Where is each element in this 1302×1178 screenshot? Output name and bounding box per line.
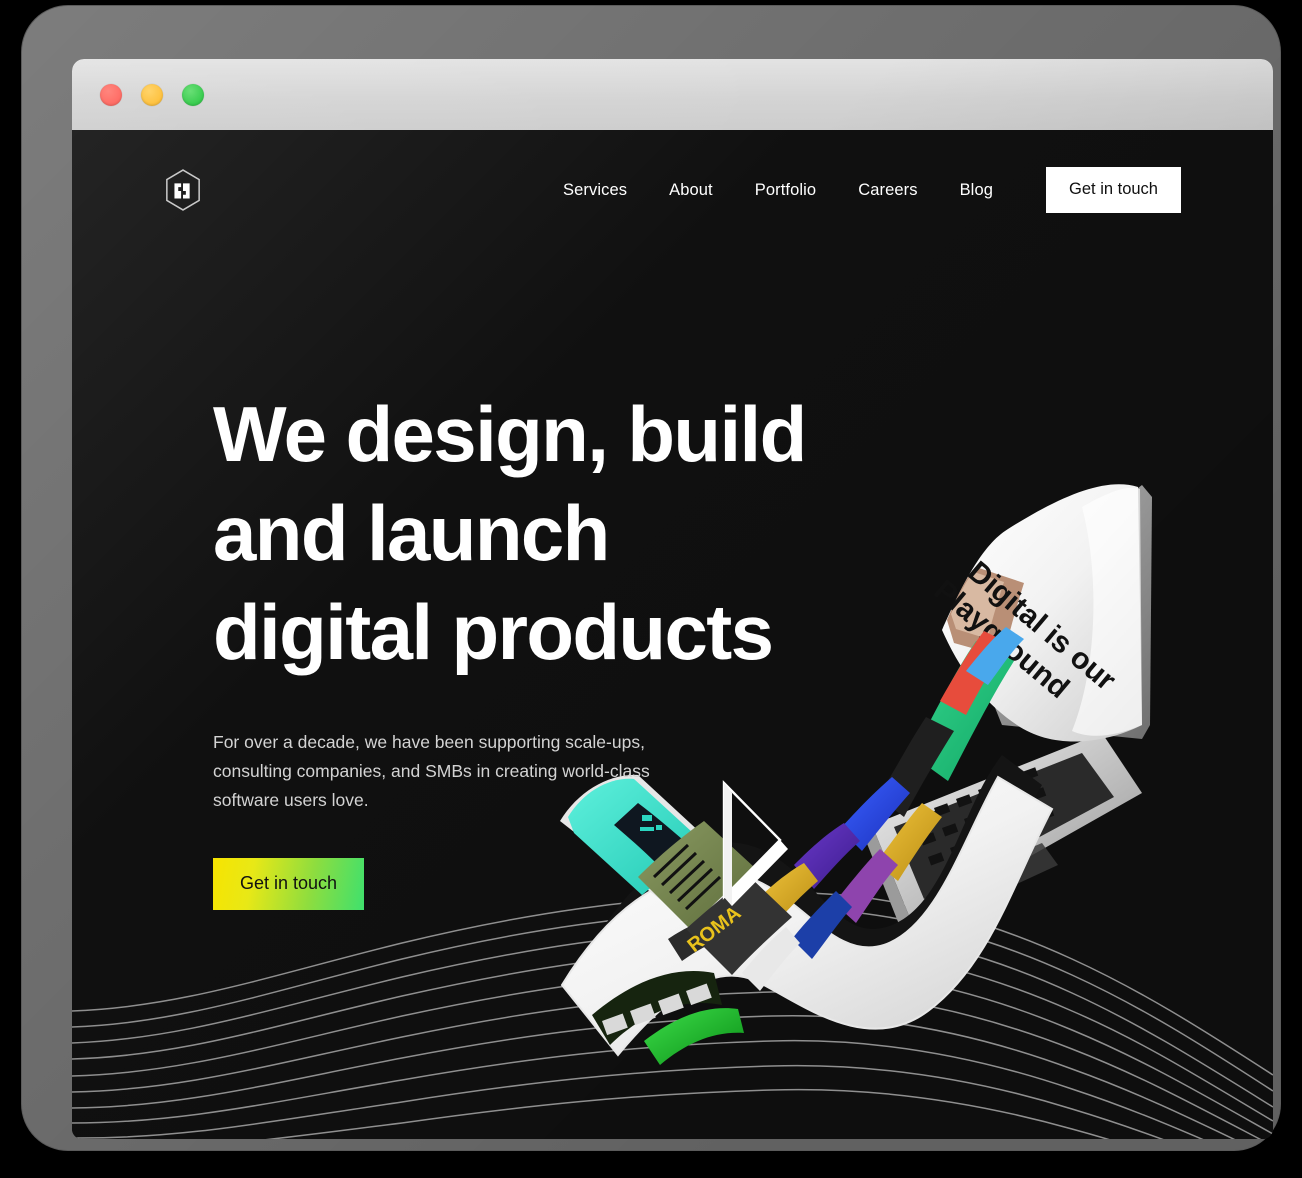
window-controls	[100, 83, 204, 106]
nav-item-about[interactable]: About	[648, 171, 734, 210]
zoom-button[interactable]	[182, 83, 204, 106]
close-button[interactable]	[100, 83, 122, 106]
hero-subtitle: For over a decade, we have been supporti…	[213, 732, 650, 810]
device-frame: Digital is our Playground ROMA Services …	[22, 6, 1280, 1150]
nav-item-careers[interactable]: Careers	[837, 171, 938, 210]
nav-item-blog[interactable]: Blog	[939, 171, 1014, 210]
hero-copy: We design, build and launch digital prod…	[213, 385, 903, 910]
primary-navigation: Services About Portfolio Careers Blog Ge…	[563, 167, 1181, 213]
page-viewport: Digital is our Playground ROMA Services …	[72, 130, 1273, 1139]
hero-section: We design, build and launch digital prod…	[72, 130, 1273, 1139]
hero-title: We design, build and launch digital prod…	[213, 390, 807, 677]
hero-get-in-touch-button[interactable]: Get in touch	[213, 857, 365, 910]
browser-title-bar	[72, 59, 1273, 130]
site-header: Services About Portfolio Careers Blog Ge…	[72, 130, 1273, 250]
browser-window: Digital is our Playground ROMA Services …	[72, 59, 1273, 1139]
minimize-button[interactable]	[141, 83, 163, 106]
nav-item-services[interactable]: Services	[563, 171, 648, 210]
brand-logo-icon[interactable]	[164, 168, 202, 212]
nav-get-in-touch-button[interactable]: Get in touch	[1046, 167, 1181, 213]
nav-item-portfolio[interactable]: Portfolio	[734, 171, 837, 210]
